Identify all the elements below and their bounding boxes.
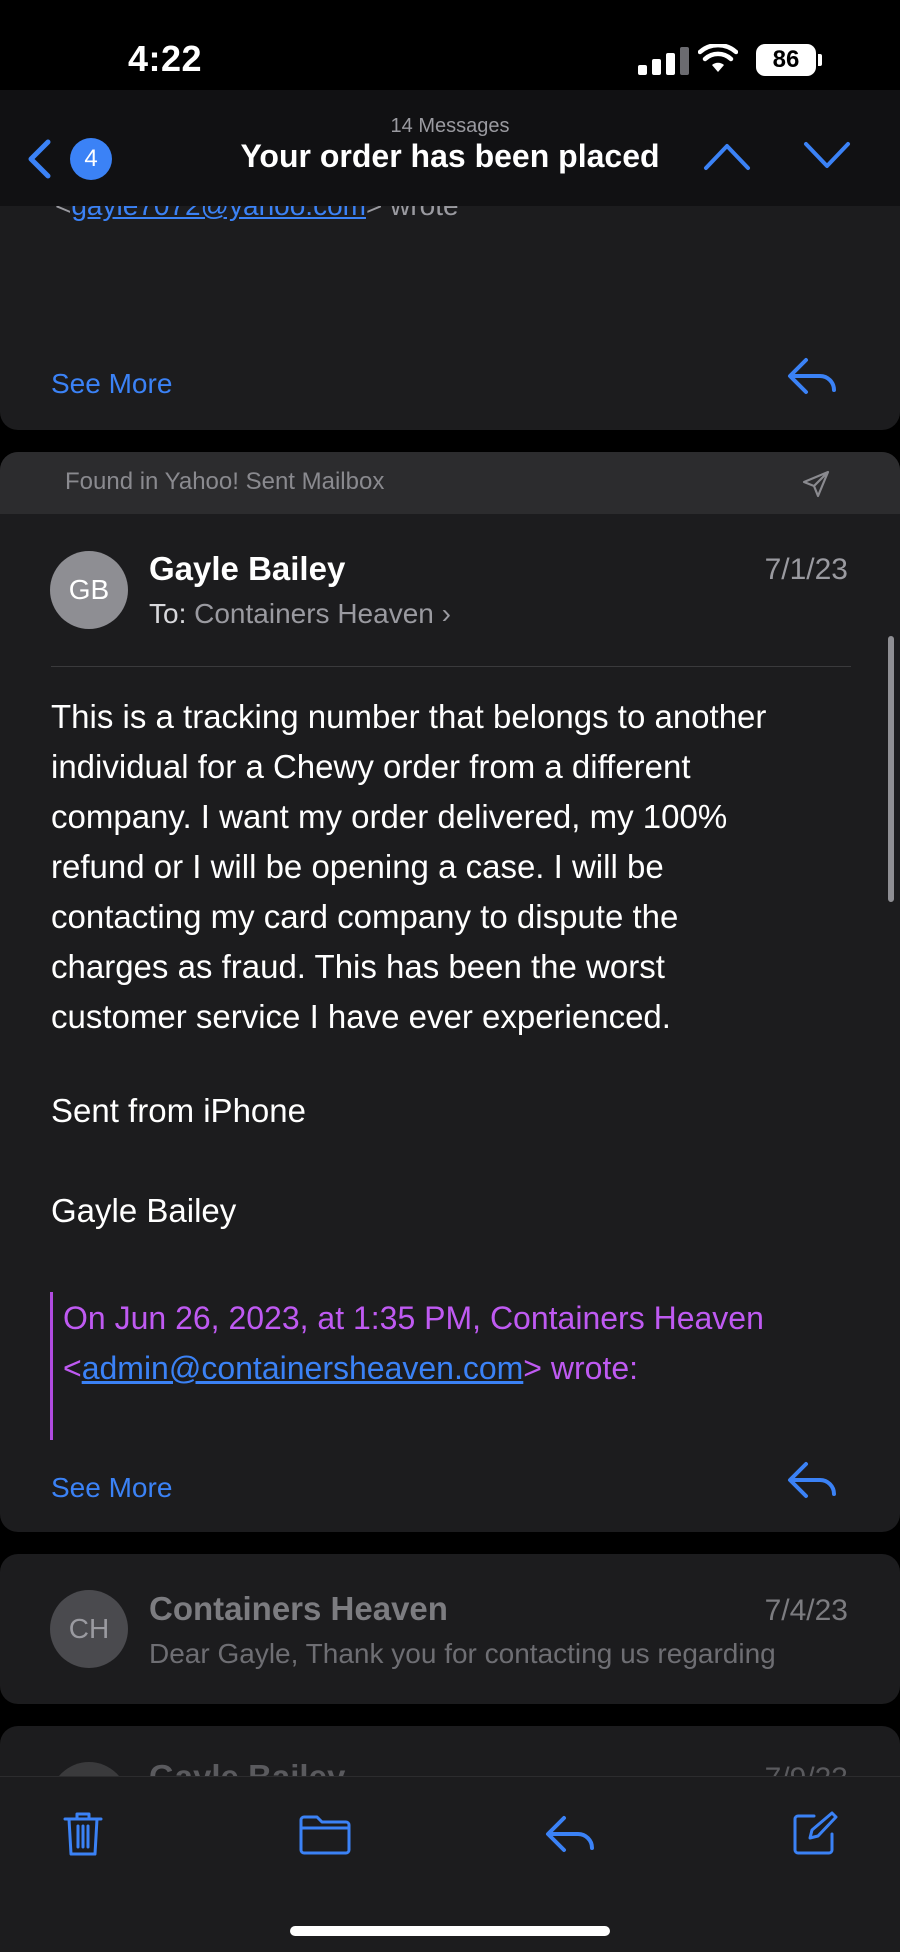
trash-icon[interactable] <box>62 1810 104 1863</box>
chevron-right-icon: › <box>441 598 451 629</box>
collapsed-message-card[interactable] <box>0 1554 900 1704</box>
reply-icon[interactable] <box>786 1460 838 1505</box>
body-line: individual for a Chewy order from a diff… <box>51 748 691 785</box>
thread-title: Your order has been placed <box>240 138 660 174</box>
message-count: 14 Messages <box>390 115 510 137</box>
chevron-down-icon[interactable] <box>802 140 852 177</box>
body-line: This is a tracking number that belongs t… <box>51 698 767 735</box>
reply-icon[interactable] <box>544 1814 596 1861</box>
scrollbar[interactable] <box>888 636 894 902</box>
body-line: company. I want my order delivered, my 1… <box>51 798 728 835</box>
wifi-icon <box>697 42 739 79</box>
message-preview: Dear Gayle, Thank you for contacting us … <box>149 1638 776 1669</box>
quote-bar <box>50 1292 53 1440</box>
quote-line: On Jun 26, 2023, at 1:35 PM, Containers … <box>63 1300 764 1336</box>
avatar: CH <box>50 1590 128 1668</box>
home-indicator[interactable] <box>290 1926 610 1936</box>
signature-device: Sent from iPhone <box>51 1092 306 1129</box>
sender-name: Containers Heaven <box>149 1590 448 1627</box>
recipient-name[interactable]: Containers Heaven <box>194 598 434 629</box>
signal-icon <box>638 47 694 75</box>
battery-icon <box>818 54 822 66</box>
quoted-header: On Jun 26, 2023, at 1:35 PM, Containers … <box>63 1293 863 1393</box>
message-date: 7/1/23 <box>764 553 848 586</box>
see-more-button[interactable]: See More <box>51 368 172 400</box>
mailbox-banner-text: Found in Yahoo! Sent Mailbox <box>65 468 385 495</box>
folder-icon[interactable] <box>298 1814 352 1861</box>
to-label: To: <box>149 598 187 629</box>
body-line: charges as fraud. This has been the wors… <box>51 948 665 985</box>
quoted-email-link[interactable]: admin@containersheaven.com <box>82 1350 524 1386</box>
status-time: 4:22 <box>128 38 203 79</box>
battery-level: 86 <box>756 44 816 76</box>
compose-icon[interactable] <box>792 1810 838 1861</box>
message-body: This is a tracking number that belongs t… <box>51 692 871 1042</box>
recipient-line[interactable]: To: Containers Heaven › <box>149 598 451 630</box>
see-more-button[interactable]: See More <box>51 1472 172 1504</box>
signature-name: Gayle Bailey <box>51 1192 237 1229</box>
chevron-up-icon[interactable] <box>702 140 752 177</box>
avatar: GB <box>50 551 128 629</box>
message-date: 7/4/23 <box>764 1594 848 1627</box>
body-line: customer service I have ever experienced… <box>51 998 671 1035</box>
divider <box>51 666 851 667</box>
sent-icon <box>802 470 830 503</box>
body-line: refund or I will be opening a case. I wi… <box>51 848 664 885</box>
back-chevron-icon[interactable] <box>24 138 54 185</box>
unread-badge[interactable]: 4 <box>70 138 112 180</box>
sender-name[interactable]: Gayle Bailey <box>149 550 345 588</box>
body-line: contacting my card company to dispute th… <box>51 898 679 935</box>
reply-icon[interactable] <box>786 356 838 401</box>
